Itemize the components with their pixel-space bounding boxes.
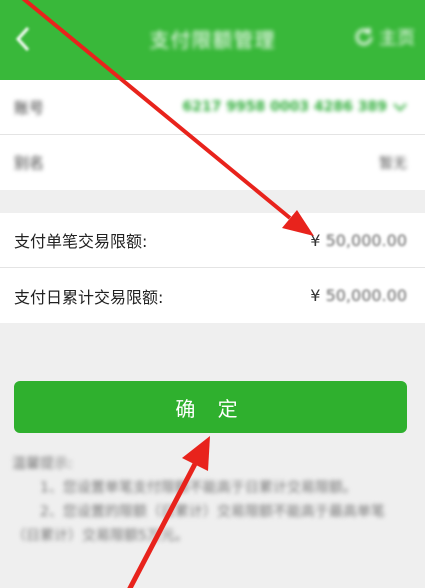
daily-limit-amount: 50,000.00 — [325, 286, 407, 305]
home-label: 主页 — [379, 28, 415, 49]
account-number: 6217 9958 0003 4286 389 — [182, 99, 387, 115]
tips-line-2: 2、您设置的限额（日累计）交易限额不能高于最高单笔（日累计）交易限额5万元。 — [12, 504, 385, 544]
confirm-button[interactable]: 确 定 — [14, 381, 407, 433]
single-limit-amount: 50,000.00 — [325, 230, 407, 250]
refresh-icon — [355, 27, 373, 46]
account-label: 账号 — [14, 98, 45, 117]
single-limit-value[interactable]: ¥ 50,000.00 — [310, 231, 407, 250]
daily-limit-currency: ¥ — [310, 286, 321, 305]
tips-line-1: 1、您设置单笔支付限额不能高于日累计交易限额。 — [40, 480, 357, 496]
tips-title: 温馨提示: — [12, 456, 73, 472]
chevron-down-icon — [393, 103, 407, 112]
single-limit-row[interactable]: 支付单笔交易限额: ¥ 50,000.00 — [0, 213, 425, 268]
alias-row: 别名 暂无 — [0, 135, 425, 190]
home-button[interactable]: 主页 — [353, 24, 415, 50]
daily-limit-row[interactable]: 支付日累计交易限额: ¥ 50,000.00 — [0, 268, 425, 323]
single-limit-label: 支付单笔交易限额: — [14, 232, 148, 251]
account-row[interactable]: 账号 6217 9958 0003 4286 389 — [0, 80, 425, 135]
account-card: 账号 6217 9958 0003 4286 389 别名 暂无 — [0, 80, 425, 190]
app-header: 支付限额管理 主页 — [0, 0, 425, 80]
limits-card: 支付单笔交易限额: ¥ 50,000.00 支付日累计交易限额: ¥ 50,00… — [0, 213, 425, 323]
daily-limit-value[interactable]: ¥ 50,000.00 — [310, 286, 407, 305]
single-limit-currency: ¥ — [310, 230, 321, 250]
tips-section: 温馨提示: 1、您设置单笔支付限额不能高于日累计交易限额。 2、您设置的限额（日… — [12, 452, 412, 548]
alias-value: 暂无 — [379, 155, 407, 172]
daily-limit-label: 支付日累计交易限额: — [14, 287, 164, 307]
alias-label: 别名 — [14, 154, 45, 172]
account-selector[interactable]: 6217 9958 0003 4286 389 — [182, 99, 407, 115]
